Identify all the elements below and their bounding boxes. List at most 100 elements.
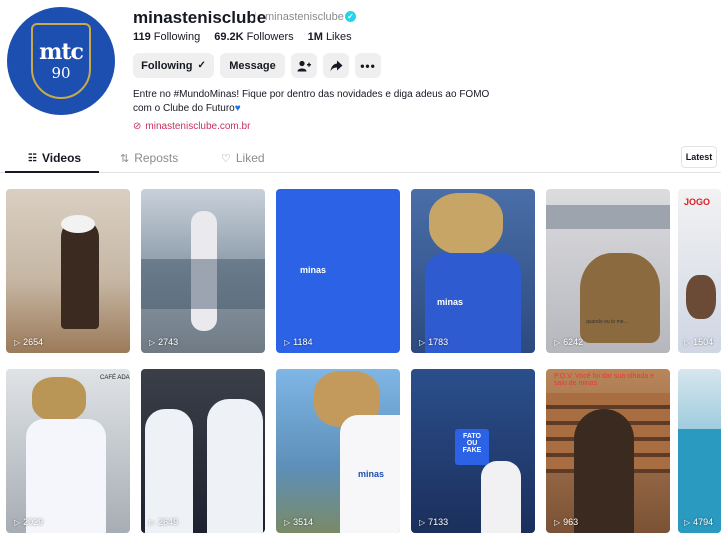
profile-tabs: ☷ Videos ⇅ Reposts ♡ Liked Latest bbox=[0, 143, 721, 173]
play-icon: ▷ bbox=[419, 337, 426, 347]
likes-count: 1M bbox=[307, 31, 323, 43]
following-label: Following bbox=[153, 31, 201, 43]
add-user-icon bbox=[297, 60, 311, 71]
person-silhouette bbox=[61, 219, 99, 329]
add-friend-button[interactable] bbox=[291, 53, 317, 78]
view-count: ▷ 963 bbox=[554, 517, 579, 527]
tab-reposts-label: Reposts bbox=[134, 151, 179, 165]
sign-text: CAFÉ ADA bbox=[100, 375, 130, 381]
profile-avatar[interactable]: mtc 90 bbox=[7, 7, 115, 115]
player-figure bbox=[481, 461, 521, 533]
more-dots-icon: ••• bbox=[360, 58, 376, 73]
view-count: ▷ 2743 bbox=[149, 337, 179, 347]
share-arrow-icon bbox=[330, 60, 342, 71]
video-thumbnail[interactable]: ▷ 2654 bbox=[6, 189, 130, 353]
video-thumbnail[interactable]: P.O.V. Você foi dar sua olhada e saiu de… bbox=[546, 369, 670, 533]
profile-link[interactable]: ⊘ minastenisclube.com.br bbox=[133, 121, 250, 132]
mascot-body bbox=[26, 419, 106, 533]
video-thumbnail[interactable]: quando eu to me... ▷ 6242 bbox=[546, 189, 670, 353]
bio-line-2-wrap: com o Clube do Futuro♥ bbox=[133, 102, 513, 116]
play-icon: ▷ bbox=[149, 517, 156, 527]
video-thumbnail[interactable]: CAFÉ ADA ▷ 2029 bbox=[6, 369, 130, 533]
view-count: ▷ 2649 bbox=[149, 517, 179, 527]
play-icon: ▷ bbox=[684, 517, 691, 527]
play-icon: ▷ bbox=[14, 337, 21, 347]
video-thumbnail[interactable]: ▷ 2743 bbox=[141, 189, 265, 353]
likes-label: Likes bbox=[325, 31, 352, 43]
view-count: ▷ 6242 bbox=[554, 337, 584, 347]
sort-latest-button[interactable]: Latest bbox=[681, 146, 717, 168]
view-count: ▷ 2029 bbox=[14, 517, 44, 527]
video-thumbnail[interactable]: minas ▷ 3514 bbox=[276, 369, 400, 533]
avatar-logo-text: mtc bbox=[39, 39, 84, 65]
following-button-label: Following bbox=[141, 59, 193, 72]
followers-stat[interactable]: 69.2K Followers bbox=[214, 31, 293, 43]
mascot-head bbox=[32, 377, 86, 421]
fato-fake-text: FATO OU FAKE bbox=[462, 433, 482, 454]
message-button[interactable]: Message bbox=[220, 53, 285, 78]
video-thumbnail[interactable]: ▷ 4794 bbox=[678, 369, 721, 533]
following-stat[interactable]: 119 Following bbox=[133, 31, 200, 43]
player-right bbox=[207, 399, 263, 533]
video-caption: P.O.V. Você foi dar sua olhada e saiu de… bbox=[554, 373, 655, 387]
mascot-head bbox=[429, 193, 503, 255]
link-icon: ⊘ bbox=[133, 121, 142, 132]
tab-videos-label: Videos bbox=[41, 151, 82, 165]
play-icon: ▷ bbox=[284, 517, 291, 527]
view-count: ▷ 4794 bbox=[684, 517, 714, 527]
jersey-text: minas bbox=[358, 469, 385, 479]
following-count: 119 bbox=[133, 31, 151, 43]
video-thumbnail[interactable]: FATO OU FAKE ▷ 7133 bbox=[411, 369, 535, 533]
more-options-button[interactable]: ••• bbox=[355, 53, 381, 78]
jersey-text: minas bbox=[437, 297, 464, 307]
profile-bio: Entre no #MundoMinas! Fique por dentro d… bbox=[133, 88, 513, 116]
profile-stats: 119 Following 69.2K Followers 1M Likes bbox=[133, 31, 352, 43]
tab-liked-label: Liked bbox=[235, 151, 265, 165]
video-thumbnail[interactable]: ▷ 2649 bbox=[141, 369, 265, 533]
mascot-figure bbox=[580, 253, 660, 343]
tab-videos[interactable]: ☷ Videos bbox=[28, 151, 81, 165]
play-icon: ▷ bbox=[284, 337, 291, 347]
mtc-shield-logo: mtc 90 bbox=[31, 23, 91, 99]
view-count: ▷ 3514 bbox=[284, 517, 314, 527]
video-thumbnail[interactable]: minas ▷ 1184 bbox=[276, 189, 400, 353]
view-count: ▷ 2654 bbox=[14, 337, 44, 347]
profile-actions: Following ✓ Message ••• bbox=[133, 53, 381, 78]
video-caption: quando eu to me... bbox=[586, 319, 628, 325]
player-face bbox=[686, 275, 716, 319]
followers-count: 69.2K bbox=[214, 31, 244, 43]
hat-shape bbox=[61, 215, 95, 233]
followers-label: Followers bbox=[246, 31, 294, 43]
profile-nickname: minastenisclube bbox=[265, 11, 344, 23]
name-divider bbox=[255, 12, 256, 22]
tab-liked[interactable]: ♡ Liked bbox=[221, 151, 265, 165]
bio-line-2: com o Clube do Futuro bbox=[133, 103, 235, 114]
message-button-label: Message bbox=[229, 59, 276, 72]
play-icon: ▷ bbox=[554, 337, 561, 347]
person-hair bbox=[574, 409, 634, 533]
following-button[interactable]: Following ✓ bbox=[133, 53, 214, 78]
video-caption: JOGO bbox=[684, 197, 711, 207]
view-count: ▷ 1184 bbox=[284, 337, 313, 347]
profile-username: minastenisclube bbox=[133, 8, 267, 27]
crowd-band bbox=[141, 259, 265, 309]
video-thumbnail[interactable]: JOGO ▷ 1504 bbox=[678, 189, 721, 353]
grid-icon: ☷ bbox=[28, 152, 37, 164]
profile-link-text[interactable]: minastenisclube.com.br bbox=[145, 121, 250, 132]
video-thumbnail[interactable]: minas ▷ 1783 bbox=[411, 189, 535, 353]
play-icon: ▷ bbox=[684, 337, 691, 347]
play-icon: ▷ bbox=[149, 337, 156, 347]
play-icon: ▷ bbox=[419, 517, 426, 527]
view-count: ▷ 1783 bbox=[419, 337, 449, 347]
bio-line-1: Entre no #MundoMinas! Fique por dentro d… bbox=[133, 89, 490, 100]
tab-reposts[interactable]: ⇅ Reposts bbox=[120, 151, 178, 165]
avatar-logo-years: 90 bbox=[51, 64, 71, 82]
shelf-band bbox=[546, 205, 670, 229]
share-button[interactable] bbox=[323, 53, 349, 78]
repost-icon: ⇅ bbox=[120, 152, 130, 165]
liked-heart-icon: ♡ bbox=[221, 152, 231, 165]
minas-logo-text: minas bbox=[300, 265, 327, 275]
likes-stat: 1M Likes bbox=[308, 31, 352, 43]
view-count: ▷ 7133 bbox=[419, 517, 449, 527]
play-icon: ▷ bbox=[14, 517, 21, 527]
